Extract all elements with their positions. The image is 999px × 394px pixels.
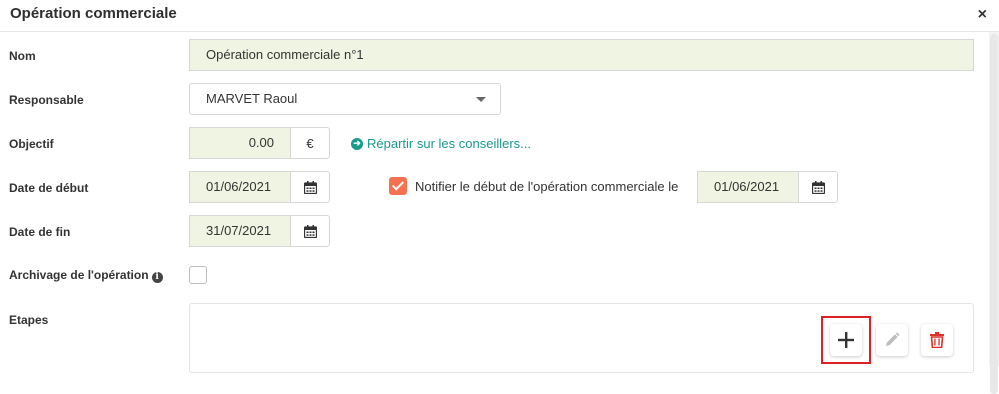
date-debut-input[interactable]: 01/06/2021: [189, 171, 291, 203]
nom-input[interactable]: Opération commerciale n°1: [189, 39, 974, 71]
responsable-select[interactable]: MARVET Raoul: [189, 83, 501, 115]
archivage-checkbox[interactable]: [189, 266, 207, 284]
dialog-header: Opération commerciale ×: [0, 0, 999, 32]
date-fin-label: Date de fin: [9, 225, 71, 239]
objectif-value: 0.00: [248, 135, 274, 150]
notify-label: Notifier le début de l'opération commerc…: [415, 179, 679, 194]
nom-value: Opération commerciale n°1: [206, 47, 364, 62]
objectif-label: Objectif: [9, 137, 54, 151]
etapes-label: Etapes: [9, 313, 49, 327]
nom-label: Nom: [9, 49, 36, 63]
repartir-link[interactable]: ➜ Répartir sur les conseillers...: [351, 136, 531, 151]
date-fin-input[interactable]: 31/07/2021: [189, 215, 291, 247]
repartir-link-label: Répartir sur les conseillers...: [367, 136, 531, 151]
delete-etape-button[interactable]: [921, 324, 953, 356]
scrollbar-thumb[interactable]: [990, 34, 998, 394]
scrollbar[interactable]: [989, 32, 999, 394]
date-debut-label: Date de début: [9, 181, 89, 195]
date-debut-value: 01/06/2021: [206, 179, 272, 194]
close-icon[interactable]: ×: [978, 6, 987, 24]
currency-symbol: €: [306, 135, 314, 151]
calendar-icon: [811, 180, 825, 194]
notify-checkbox[interactable]: [389, 177, 407, 195]
notify-date-input[interactable]: 01/06/2021: [697, 171, 799, 203]
objectif-input[interactable]: 0.00: [189, 127, 291, 159]
responsable-label: Responsable: [9, 93, 84, 107]
arrow-circle-right-icon: ➜: [351, 137, 363, 150]
caret-down-icon: [476, 97, 486, 102]
responsable-value: MARVET Raoul: [206, 91, 298, 106]
edit-etape-button[interactable]: [876, 324, 908, 356]
notify-date-calendar-button[interactable]: [798, 171, 838, 203]
date-debut-calendar-button[interactable]: [290, 171, 330, 203]
trash-icon: [930, 332, 944, 348]
calendar-icon: [303, 224, 317, 238]
archivage-label-text: Archivage de l'opération: [9, 268, 149, 282]
dialog-title: Opération commerciale: [10, 5, 177, 22]
date-fin-calendar-button[interactable]: [290, 215, 330, 247]
calendar-icon: [303, 180, 317, 194]
date-fin-value: 31/07/2021: [206, 223, 272, 238]
archivage-label: Archivage de l'opération i: [9, 268, 163, 283]
highlight-box: [821, 316, 871, 364]
info-icon[interactable]: i: [151, 272, 163, 283]
currency-addon: €: [290, 127, 330, 159]
pencil-icon: [886, 332, 900, 346]
notify-date-value: 01/06/2021: [714, 179, 780, 194]
